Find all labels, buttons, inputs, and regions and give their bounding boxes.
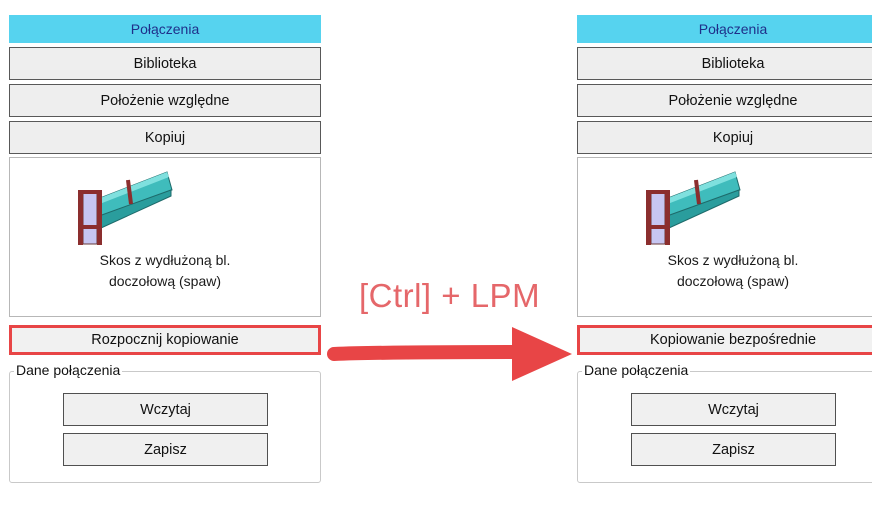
library-button[interactable]: Biblioteka (9, 47, 321, 80)
connection-preview[interactable]: Skos z wydłużoną bl. doczołową (spaw) (577, 157, 872, 317)
save-button[interactable]: Zapisz (63, 433, 268, 466)
connection-data-group: Dane połączenia Wczytaj Zapisz (577, 362, 872, 483)
direct-copying-button[interactable]: Kopiowanie bezpośrednie (577, 325, 872, 355)
save-button[interactable]: Zapisz (631, 433, 836, 466)
panel-header: Połączenia (577, 15, 872, 43)
group-title: Dane połączenia (14, 362, 123, 378)
relative-position-button[interactable]: Położenie względne (9, 84, 321, 117)
copy-button[interactable]: Kopiuj (9, 121, 321, 154)
preview-caption-line1: Skos z wydłużoną bl. (667, 252, 799, 268)
library-button[interactable]: Biblioteka (577, 47, 872, 80)
connection-data-group: Dane połączenia Wczytaj Zapisz (9, 362, 321, 483)
load-button[interactable]: Wczytaj (631, 393, 836, 426)
start-copying-button[interactable]: Rozpocznij kopiowanie (9, 325, 321, 355)
load-button[interactable]: Wczytaj (63, 393, 268, 426)
connections-panel-left: Połączenia Biblioteka Położenie względne… (9, 15, 321, 483)
haunch-connection-icon (78, 171, 173, 245)
preview-caption-line2: doczołową (spaw) (108, 273, 222, 289)
group-title: Dane połączenia (582, 362, 691, 378)
preview-caption-line2: doczołową (spaw) (676, 273, 790, 289)
shortcut-annotation: [Ctrl] + LPM (358, 277, 541, 314)
connection-preview[interactable]: Skos z wydłużoną bl. doczołową (spaw) (9, 157, 321, 317)
panel-header: Połączenia (9, 15, 321, 43)
copy-button[interactable]: Kopiuj (577, 121, 872, 154)
haunch-connection-icon (646, 171, 741, 245)
preview-caption-line1: Skos z wydłużoną bl. (99, 252, 231, 268)
right-arrow-icon (327, 327, 572, 381)
relative-position-button[interactable]: Położenie względne (577, 84, 872, 117)
connections-panel-right: Połączenia Biblioteka Położenie względne… (577, 15, 872, 483)
